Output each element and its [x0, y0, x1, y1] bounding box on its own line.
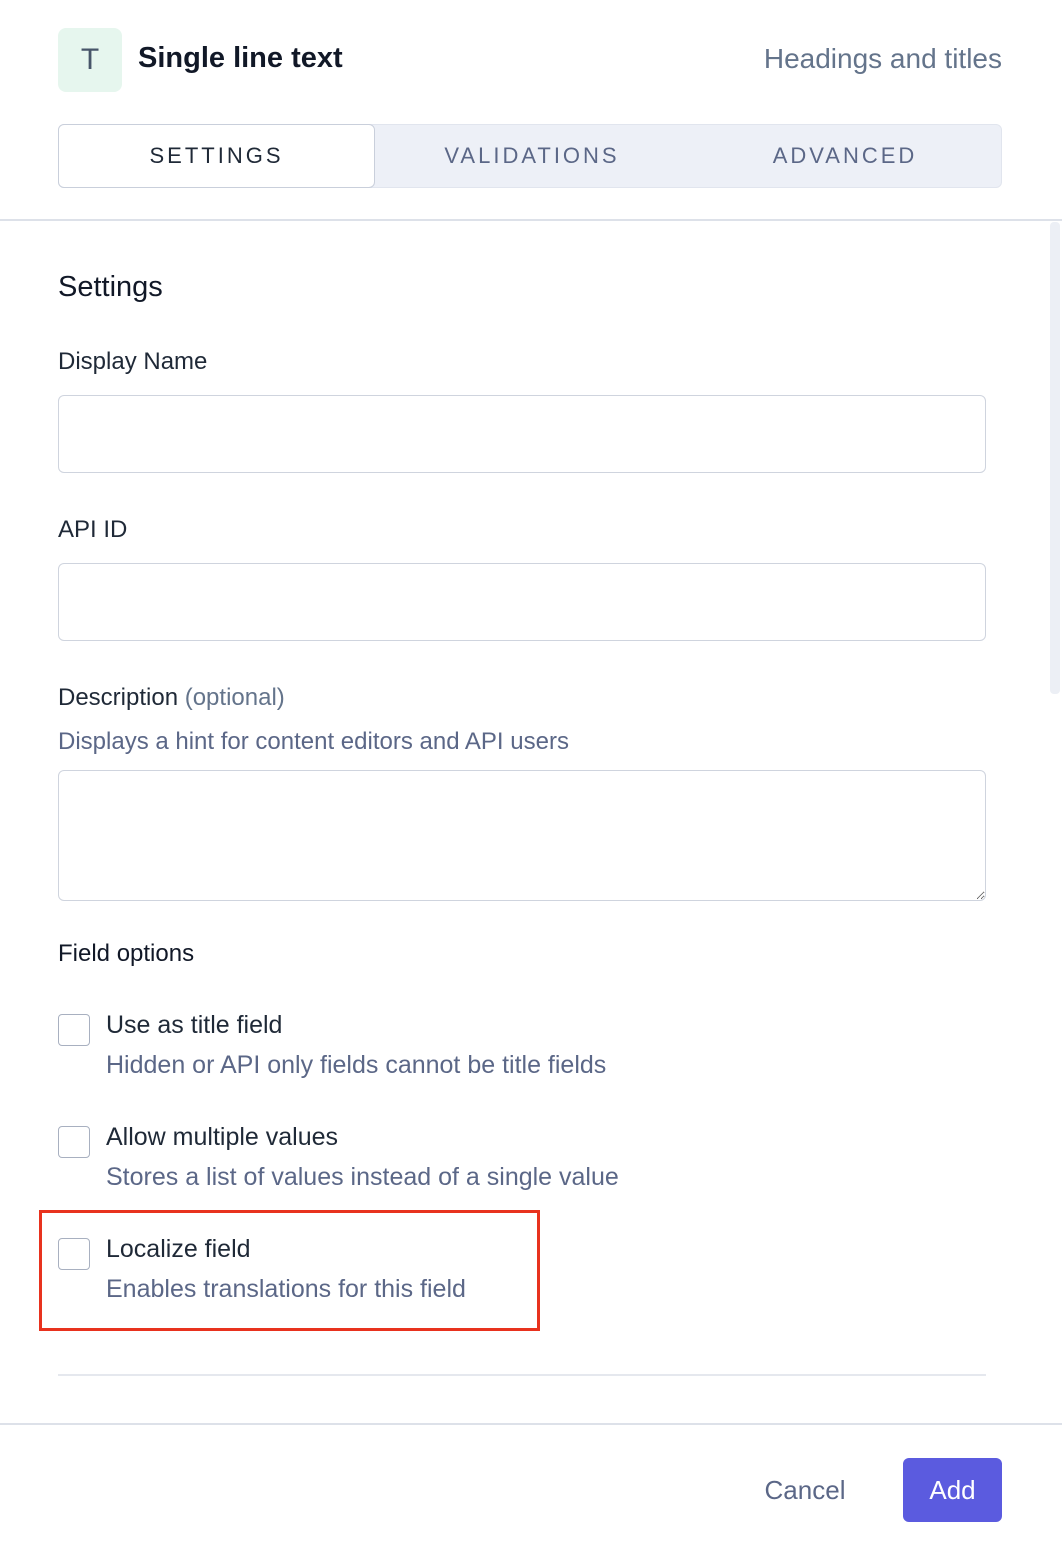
api-id-input[interactable] [58, 563, 986, 641]
text-type-icon: T [58, 28, 122, 92]
description-label: Description (optional) [58, 684, 285, 712]
option-description: Stores a list of values instead of a sin… [106, 1163, 619, 1191]
header-divider [0, 219, 1062, 221]
tab-validations[interactable]: VALIDATIONS [375, 125, 689, 187]
content-divider [58, 1374, 986, 1376]
field-type-title: Single line text [138, 42, 343, 74]
cancel-button[interactable]: Cancel [745, 1458, 865, 1522]
option-allow-multiple: Allow multiple values Stores a list of v… [58, 1123, 758, 1203]
scrollbar-thumb[interactable] [1050, 222, 1060, 694]
option-description: Hidden or API only fields cannot be titl… [106, 1051, 607, 1079]
description-hint: Displays a hint for content editors and … [58, 728, 569, 755]
field-options-title: Field options [58, 940, 195, 967]
optional-tag: (optional) [184, 684, 285, 711]
add-button[interactable]: Add [903, 1458, 1002, 1522]
option-use-as-title: Use as title field Hidden or API only fi… [58, 1011, 758, 1091]
description-label-text: Description [58, 684, 179, 711]
allow-multiple-checkbox[interactable] [58, 1126, 90, 1158]
footer-divider [0, 1423, 1062, 1425]
tab-bar: SETTINGS VALIDATIONS ADVANCED [58, 124, 1002, 188]
field-header: T Single line text Headings and titles S… [0, 0, 1062, 220]
description-textarea[interactable] [58, 770, 986, 901]
display-name-input[interactable] [58, 395, 986, 473]
display-name-label: Display Name [58, 348, 208, 375]
tab-advanced[interactable]: ADVANCED [689, 125, 1001, 187]
api-id-label: API ID [58, 516, 128, 543]
use-as-title-checkbox[interactable] [58, 1014, 90, 1046]
highlight-annotation [39, 1210, 540, 1331]
field-category: Headings and titles [763, 43, 1002, 74]
option-label: Allow multiple values [106, 1123, 339, 1151]
section-title: Settings [58, 271, 163, 303]
tab-settings[interactable]: SETTINGS [58, 124, 375, 188]
option-label: Use as title field [106, 1011, 283, 1039]
